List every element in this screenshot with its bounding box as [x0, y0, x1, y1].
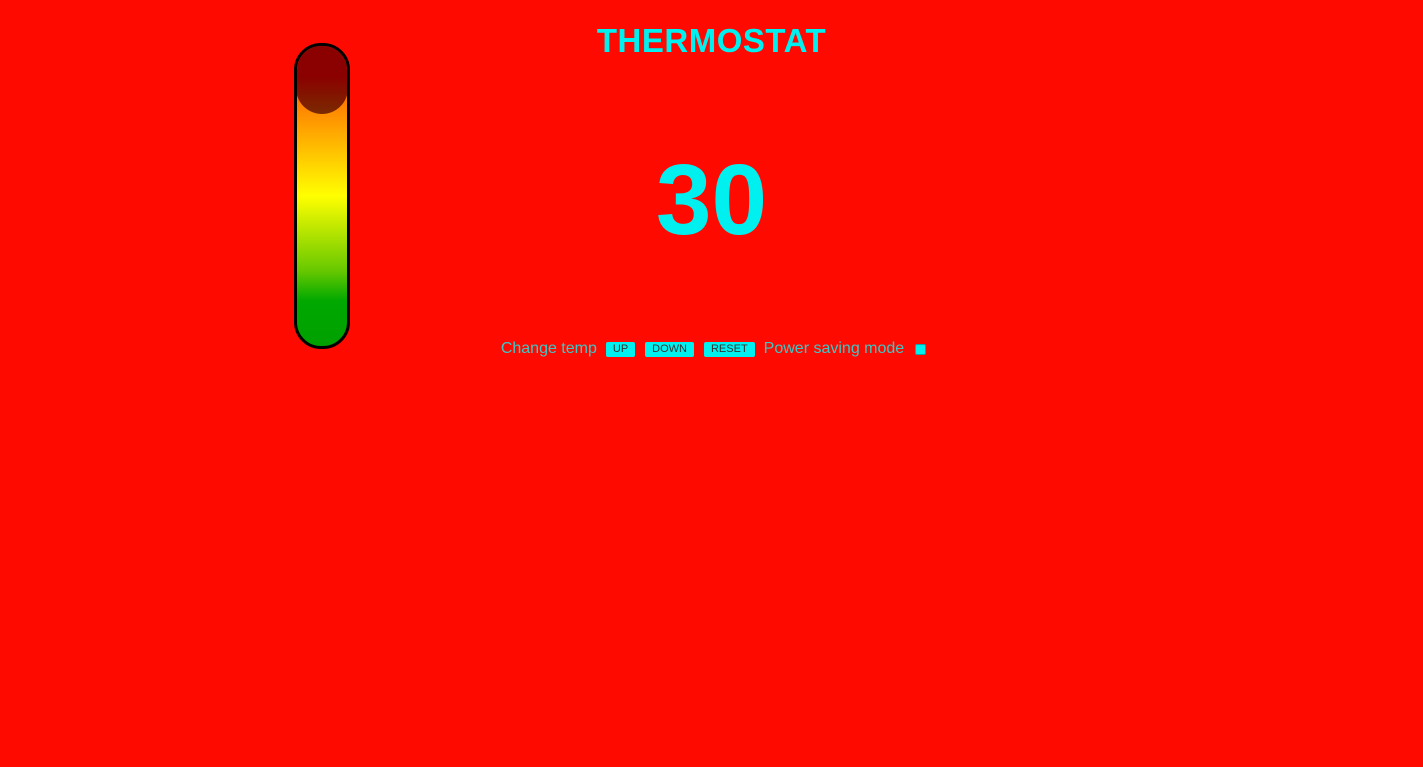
page-title: THERMOSTAT	[596, 22, 827, 59]
reset-button[interactable]: RESET	[703, 341, 755, 357]
up-button[interactable]: UP	[605, 341, 636, 357]
power-saving-checkbox[interactable]	[915, 343, 927, 355]
temperature-display: 30	[655, 144, 768, 256]
gauge-indicator	[297, 46, 347, 114]
down-button[interactable]: DOWN	[645, 341, 694, 357]
controls-bar: Change temp UP DOWN RESET Power saving m…	[0, 340, 1423, 358]
change-temp-label: Change temp	[500, 340, 597, 357]
power-saving-label: Power saving mode	[763, 340, 905, 357]
thermostat-page: THERMOSTAT 30 Change temp UP DOWN RESET …	[0, 0, 1423, 767]
